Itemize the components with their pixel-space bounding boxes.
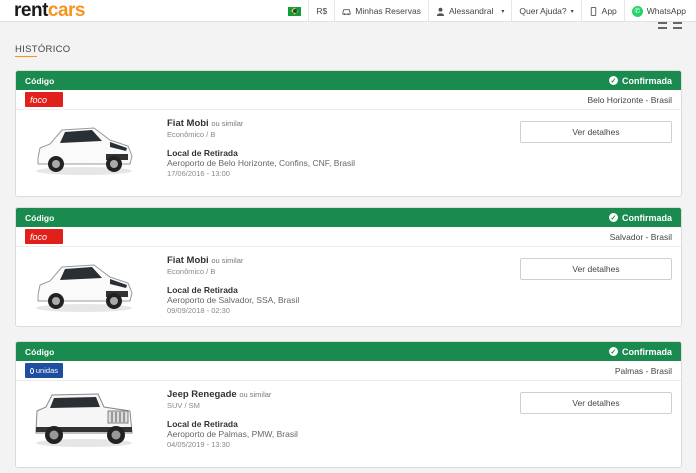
- chevron-down-icon: ▾: [501, 8, 505, 15]
- supplier-row: foco Salvador - Brasil: [16, 227, 681, 247]
- whatsapp-icon: ✆: [631, 5, 643, 17]
- car-icon: [342, 8, 351, 15]
- pickup-date: 09/09/2018 - 02:30: [167, 306, 230, 315]
- pickup-date: 17/06/2016 - 13:00: [167, 169, 230, 178]
- logo-text-cars: cars: [47, 0, 86, 21]
- view-details-button[interactable]: Ver detalhes: [520, 258, 672, 280]
- pickup-label: Local de Retirada: [167, 285, 238, 295]
- similar-label: ou similar: [211, 256, 244, 265]
- pickup-location: Aeroporto de Salvador, SSA, Brasil: [167, 295, 300, 305]
- supplier-name: unidas: [35, 366, 58, 375]
- status-label: Confirmada: [621, 212, 672, 223]
- car-name-line: Jeep Renegade ou similar: [167, 389, 377, 400]
- status-label: Confirmada: [621, 75, 672, 86]
- title-underline: [15, 56, 37, 57]
- city-label: Palmas - Brasil: [614, 365, 672, 376]
- view-details-button[interactable]: Ver detalhes: [520, 121, 672, 143]
- car-name: Fiat Mobi: [167, 118, 209, 129]
- pickup-location: Aeroporto de Palmas, PMW, Brasil: [167, 429, 298, 439]
- car-name: Jeep Renegade: [167, 389, 237, 400]
- currency-label: R$: [316, 6, 328, 16]
- whatsapp-label: WhatsApp: [646, 6, 686, 16]
- car-image: [36, 127, 133, 175]
- car-info: Fiat Mobi ou similar Econômico / B Local…: [167, 118, 377, 178]
- status-badge: ✓ Confirmada: [608, 212, 672, 223]
- car-class: Econômico / B: [167, 267, 216, 276]
- supplier-row: foco Belo Horizonte - Brasil: [16, 90, 681, 110]
- supplier-name: foco: [30, 231, 48, 242]
- help-menu[interactable]: Quer Ajuda? ▾: [511, 0, 580, 22]
- whatsapp-link[interactable]: ✆ WhatsApp: [623, 0, 696, 22]
- car-info: Jeep Renegade ou similar SUV / SM Local …: [167, 389, 377, 449]
- booking-card-header: Código ✓ Confirmada: [16, 208, 681, 227]
- app-link[interactable]: App: [580, 0, 624, 22]
- my-reservations-link[interactable]: Minhas Reservas: [334, 0, 428, 22]
- pickup-label: Local de Retirada: [167, 148, 238, 158]
- booking-card-body: Jeep Renegade ou similar SUV / SM Local …: [16, 381, 681, 467]
- check-circle-icon: ✓: [608, 347, 618, 356]
- unidas-logo: unidas: [25, 363, 63, 378]
- booking-card: Código ✓ Confirmada foco Belo Horizonte …: [15, 70, 682, 197]
- foco-logo: foco: [25, 229, 63, 244]
- booking-code-label: Código: [25, 75, 55, 86]
- booking-card-header: Código ✓ Confirmada: [16, 342, 681, 361]
- user-icon: [436, 7, 445, 16]
- status-badge: ✓ Confirmada: [608, 346, 672, 357]
- car-image: [35, 393, 133, 447]
- currency-selector[interactable]: R$: [308, 0, 334, 22]
- help-label: Quer Ajuda?: [519, 6, 567, 16]
- user-name: Alessandral: [448, 6, 494, 16]
- my-reservations-label: Minhas Reservas: [355, 6, 421, 16]
- pickup-date: 04/05/2019 - 13:30: [167, 440, 230, 449]
- booking-code-label: Código: [25, 212, 55, 223]
- country-selector[interactable]: [281, 0, 308, 22]
- user-menu[interactable]: Alessandral ▾: [427, 0, 511, 22]
- car-image: [36, 264, 133, 312]
- foco-logo: foco: [25, 92, 63, 107]
- page-title: HISTÓRICO: [15, 44, 71, 55]
- booking-card-header: Código ✓ Confirmada: [16, 71, 681, 90]
- car-class: Econômico / B: [167, 130, 216, 139]
- top-bar: rentcars R$ Minhas Reservas Alessandral …: [0, 0, 696, 22]
- car-name-line: Fiat Mobi ou similar: [167, 255, 377, 266]
- pickup-label: Local de Retirada: [167, 419, 238, 429]
- city-label: Salvador - Brasil: [609, 231, 672, 242]
- top-nav: R$ Minhas Reservas Alessandral ▾ Quer Aj…: [281, 0, 696, 22]
- rentcars-logo[interactable]: rentcars: [14, 0, 86, 22]
- supplier-row: unidas Palmas - Brasil: [16, 361, 681, 381]
- logo-text-rent: rent: [14, 0, 48, 21]
- chevron-down-icon: ▾: [570, 8, 574, 15]
- brazil-flag-icon: [288, 6, 302, 16]
- app-label: App: [601, 6, 617, 16]
- status-badge: ✓ Confirmada: [608, 75, 672, 86]
- check-circle-icon: ✓: [608, 213, 618, 222]
- supplier-name: foco: [30, 94, 48, 105]
- view-toggle: [658, 22, 682, 29]
- car-class: SUV / SM: [167, 401, 200, 410]
- booking-card: Código ✓ Confirmada foco Salvador - Bras…: [15, 207, 682, 327]
- grid-view-icon[interactable]: [658, 22, 667, 29]
- view-details-button[interactable]: Ver detalhes: [520, 392, 672, 414]
- booking-code-label: Código: [25, 346, 55, 357]
- check-circle-icon: ✓: [608, 76, 618, 85]
- booking-card-body: Fiat Mobi ou similar Econômico / B Local…: [16, 247, 681, 326]
- list-view-icon[interactable]: [673, 22, 682, 29]
- similar-label: ou similar: [211, 119, 244, 128]
- similar-label: ou similar: [239, 390, 272, 399]
- car-name: Fiat Mobi: [167, 255, 209, 266]
- car-info: Fiat Mobi ou similar Econômico / B Local…: [167, 255, 377, 315]
- phone-icon: [590, 6, 596, 16]
- car-name-line: Fiat Mobi ou similar: [167, 118, 377, 129]
- status-label: Confirmada: [621, 346, 672, 357]
- city-label: Belo Horizonte - Brasil: [587, 94, 672, 105]
- pickup-location: Aeroporto de Belo Horizonte, Confins, CN…: [167, 158, 356, 168]
- booking-card: Código ✓ Confirmada unidas Palmas - Bras…: [15, 341, 682, 468]
- unidas-ring-icon: [30, 367, 34, 374]
- booking-card-body: Fiat Mobi ou similar Econômico / B Local…: [16, 110, 681, 196]
